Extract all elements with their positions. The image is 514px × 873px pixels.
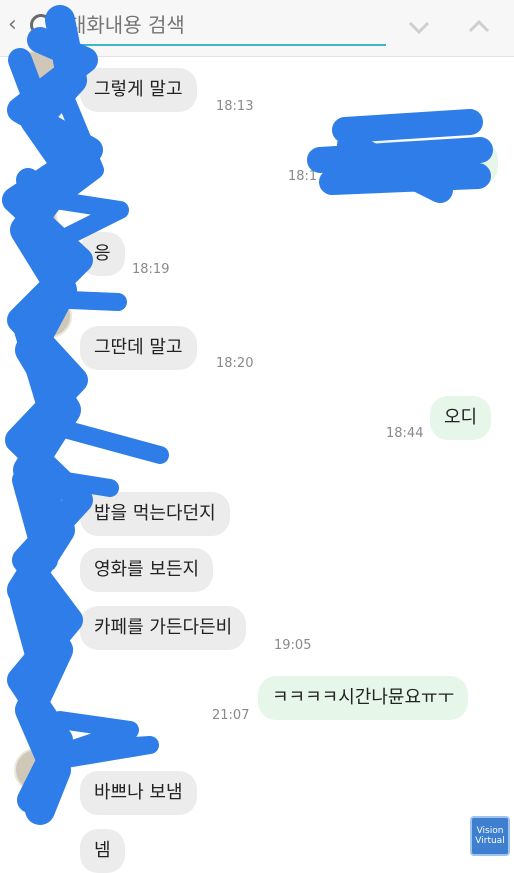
message-bubble-outgoing: 오디 [430,396,492,440]
message-bubble-outgoing: ㅋㅋㅋㅋ시간나뮨요ㅠㅜ [258,676,469,720]
message-time: 18:1 [288,169,318,184]
chevron-down-icon[interactable] [406,14,432,40]
message-bubble-incoming: 그렇게 말고 [80,68,197,112]
message-bubble-incoming: 영화를 보든지 [80,548,214,592]
message-time: 18:19 [132,262,170,277]
message-bubble-incoming: 밥을 먹는다던지 [80,492,230,536]
chevron-up-icon[interactable] [466,14,492,40]
message-time: 21:07 [212,708,250,723]
avatar [14,466,58,510]
watermark-badge: Vision Virtual [470,816,510,856]
message-bubble-incoming: 넴 [80,829,125,873]
avatar [14,200,58,244]
search-icon [30,14,52,36]
search-bar: ‹ [0,0,514,57]
back-icon[interactable]: ‹ [8,12,17,37]
message-time: 18:20 [216,356,254,371]
message-bubble-incoming: 바쁘나 보냄 [80,771,197,815]
search-input[interactable] [56,6,386,46]
avatar [14,50,58,94]
message-time: 19:05 [274,638,312,653]
message-time: 18:13 [216,99,254,114]
message-bubble-outgoing: ? [330,141,498,185]
message-bubble-incoming: 그딴데 말고 [80,326,197,370]
message-time: 18:44 [386,426,424,441]
chat-area: 그렇게 말고 18:13 ? 18:1 응 18:19 그딴데 말고 18:20… [0,50,514,873]
message-bubble-incoming: 카페를 가든다든비 [80,606,247,650]
avatar [28,294,72,338]
avatar [14,748,58,792]
message-bubble-incoming: 응 [80,232,125,276]
